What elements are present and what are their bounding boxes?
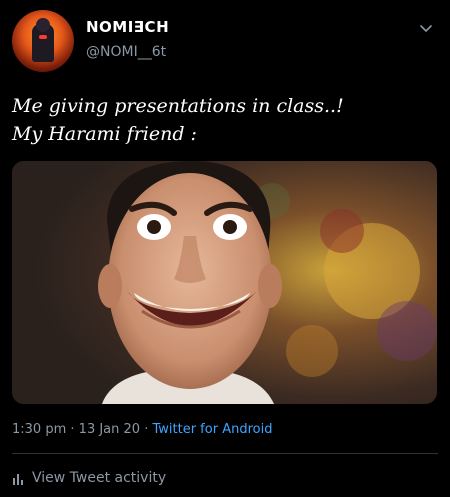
avatar[interactable]: [12, 10, 74, 72]
divider: [12, 453, 438, 454]
view-tweet-activity-button[interactable]: View Tweet activity: [12, 470, 166, 486]
avatar-figure-eye: [39, 35, 47, 39]
bar-chart-icon: [13, 474, 23, 485]
tweet-time[interactable]: 1:30 pm: [12, 422, 66, 437]
author-handle[interactable]: @NOMI__6t: [86, 44, 166, 60]
meta-separator: ·: [144, 422, 149, 437]
tweet-date[interactable]: 13 Jan 20: [79, 422, 140, 437]
chevron-down-icon[interactable]: [418, 20, 434, 36]
tweet-header: NOMI∃CH @NOMI__6t: [12, 10, 438, 72]
tweet-text: Me giving presentations in class..! My H…: [12, 92, 432, 148]
tweet-media-image[interactable]: [12, 161, 437, 404]
view-tweet-activity-label: View Tweet activity: [32, 470, 167, 486]
meta-separator: ·: [70, 422, 75, 437]
avatar-figure-head: [36, 18, 50, 32]
tweet-text-line-2: My Harami friend :: [12, 123, 197, 145]
meme-photo: [12, 161, 437, 404]
author-name[interactable]: NOMI∃CH: [86, 18, 169, 36]
tweet-meta: 1:30 pm · 13 Jan 20 · Twitter for Androi…: [12, 422, 272, 437]
tweet-source-link[interactable]: Twitter for Android: [152, 422, 272, 437]
tweet-text-line-1: Me giving presentations in class..!: [12, 95, 344, 117]
